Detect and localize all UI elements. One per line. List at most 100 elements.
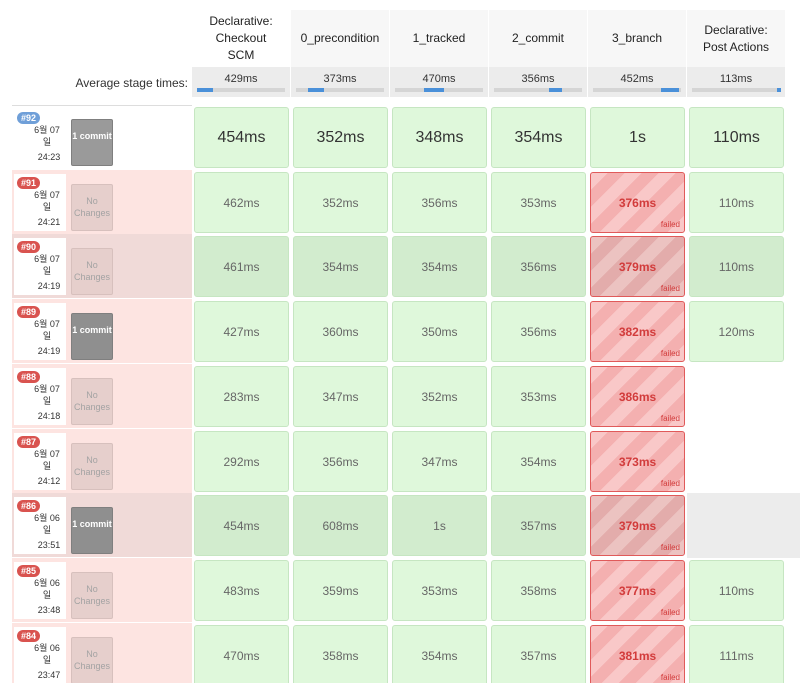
stage-cell-success[interactable]: 357ms [491,495,586,556]
changes-box[interactable]: No Changes [71,248,113,295]
stage-cell-failed[interactable]: 373ms failed [590,431,685,492]
stage-cell-failed[interactable]: 377ms failed [590,560,685,621]
build-date: 6월 07 일 [34,125,60,147]
build-number-badge[interactable]: #89 [17,306,41,318]
stage-view-grid: Declarative: Checkout SCM 429ms 0_precondi… [0,0,800,683]
stage-duration: 454ms [217,128,266,146]
stage-cell-success[interactable]: 353ms [491,172,586,233]
stage-cell-success[interactable]: 120ms [689,301,784,362]
build-number-badge[interactable]: #87 [17,436,41,448]
stage-cell-success[interactable]: 1s [392,495,487,556]
stage-cell-success[interactable]: 352ms [293,107,388,168]
stage-cell-success[interactable]: 359ms [293,560,388,621]
stage-header-0: Declarative: Checkout SCM [192,10,291,67]
stage-cell-success[interactable]: 356ms [491,236,586,297]
stage-duration: 357ms [520,518,557,533]
stage-duration: 347ms [322,389,359,404]
build-number-badge[interactable]: #86 [17,500,41,512]
stage-cell-success[interactable]: 358ms [293,625,388,683]
stage-cell-success[interactable]: 353ms [392,560,487,621]
stage-duration: 353ms [421,583,458,598]
build-number-badge[interactable]: #91 [17,177,41,189]
changes-box[interactable]: 1 commit [71,507,113,554]
stage-cell-success[interactable]: 350ms [392,301,487,362]
build-time: 24:19 [37,346,61,356]
empty-stage-cell [687,493,800,558]
build-info[interactable]: #91 6월 07 일 24:21 [14,174,66,231]
stage-cell-success[interactable]: 354ms [392,625,487,683]
changes-box[interactable]: No Changes [71,572,113,619]
build-info[interactable]: #88 6월 07 일 24:18 [14,368,66,425]
stage-cell-success[interactable]: 483ms [194,560,289,621]
stage-cell-failed[interactable]: 381ms failed [590,625,685,683]
changes-box[interactable]: No Changes [71,378,113,425]
stage-cell-success[interactable]: 283ms [194,366,289,427]
stage-cell-success[interactable]: 352ms [293,172,388,233]
build-number-badge[interactable]: #85 [17,565,41,577]
stage-cell-success[interactable]: 110ms [689,107,784,168]
stage-name: Declarative: Checkout SCM [209,14,273,62]
stage-cell-success[interactable]: 454ms [194,495,289,556]
stage-cell-success[interactable]: 356ms [491,301,586,362]
stage-cell-success[interactable]: 427ms [194,301,289,362]
stage-cell-success[interactable]: 347ms [392,431,487,492]
stage-cell-success[interactable]: 354ms [491,107,586,168]
build-info[interactable]: #86 6월 06 일 23:51 [14,497,66,554]
stage-duration: 461ms [223,259,260,274]
build-info[interactable]: #85 6월 06 일 23:48 [14,562,66,619]
stage-duration: 348ms [415,128,464,146]
stage-cell-failed[interactable]: 376ms failed [590,172,685,233]
stage-cell-success[interactable]: 354ms [392,236,487,297]
build-number-badge[interactable]: #90 [17,241,41,253]
stage-duration: 1s [629,128,646,146]
stage-cell-success[interactable]: 352ms [392,366,487,427]
stage-cell-success[interactable]: 353ms [491,366,586,427]
stage-cell-success[interactable]: 358ms [491,560,586,621]
stage-duration: 376ms [618,195,657,210]
changes-box[interactable]: 1 commit [71,313,113,360]
stage-cell-success[interactable]: 454ms [194,107,289,168]
stage-cell-success[interactable]: 356ms [392,172,487,233]
stage-cell-failed[interactable]: 382ms failed [590,301,685,362]
build-number-badge[interactable]: #88 [17,371,41,383]
stage-cell-success[interactable]: 354ms [293,236,388,297]
stage-cell-success[interactable]: 110ms [689,560,784,621]
stage-cell-failed[interactable]: 379ms failed [590,495,685,556]
changes-box[interactable]: No Changes [71,443,113,490]
failed-label: failed [660,414,680,423]
build-date: 6월 07 일 [34,384,60,406]
stage-cell-success[interactable]: 608ms [293,495,388,556]
stage-cell-success[interactable]: 111ms [689,625,784,683]
stage-cell-success[interactable]: 360ms [293,301,388,362]
stage-cell-success[interactable]: 470ms [194,625,289,683]
stage-cell-success[interactable]: 354ms [491,431,586,492]
stage-duration: 350ms [421,324,458,339]
average-progress-bar [494,88,582,92]
stage-cell-success[interactable]: 357ms [491,625,586,683]
average-progress-bar [296,88,384,92]
average-progress-bar [593,88,681,92]
build-info[interactable]: #87 6월 07 일 24:12 [14,433,66,490]
build-number-badge[interactable]: #84 [17,630,41,642]
stage-cell-success[interactable]: 462ms [194,172,289,233]
stage-cell-success[interactable]: 356ms [293,431,388,492]
stage-cell-success[interactable]: 461ms [194,236,289,297]
stage-cell-success[interactable]: 110ms [689,172,784,233]
build-info[interactable]: #92 6월 07 일 24:23 [14,109,66,166]
changes-box[interactable]: 1 commit [71,119,113,166]
build-number-badge[interactable]: #92 [17,112,41,124]
average-stage-times-label: Average stage times: [75,76,188,90]
stage-duration: 359ms [322,583,359,598]
stage-cell-success[interactable]: 348ms [392,107,487,168]
stage-cell-success[interactable]: 347ms [293,366,388,427]
stage-cell-failed[interactable]: 379ms failed [590,236,685,297]
stage-cell-success[interactable]: 1s [590,107,685,168]
changes-box[interactable]: No Changes [71,637,113,683]
changes-box[interactable]: No Changes [71,184,113,231]
stage-cell-success[interactable]: 110ms [689,236,784,297]
build-info[interactable]: #90 6월 07 일 24:19 [14,238,66,295]
stage-cell-success[interactable]: 292ms [194,431,289,492]
build-info[interactable]: #84 6월 06 일 23:47 [14,627,66,683]
stage-cell-failed[interactable]: 386ms failed [590,366,685,427]
build-info[interactable]: #89 6월 07 일 24:19 [14,303,66,360]
